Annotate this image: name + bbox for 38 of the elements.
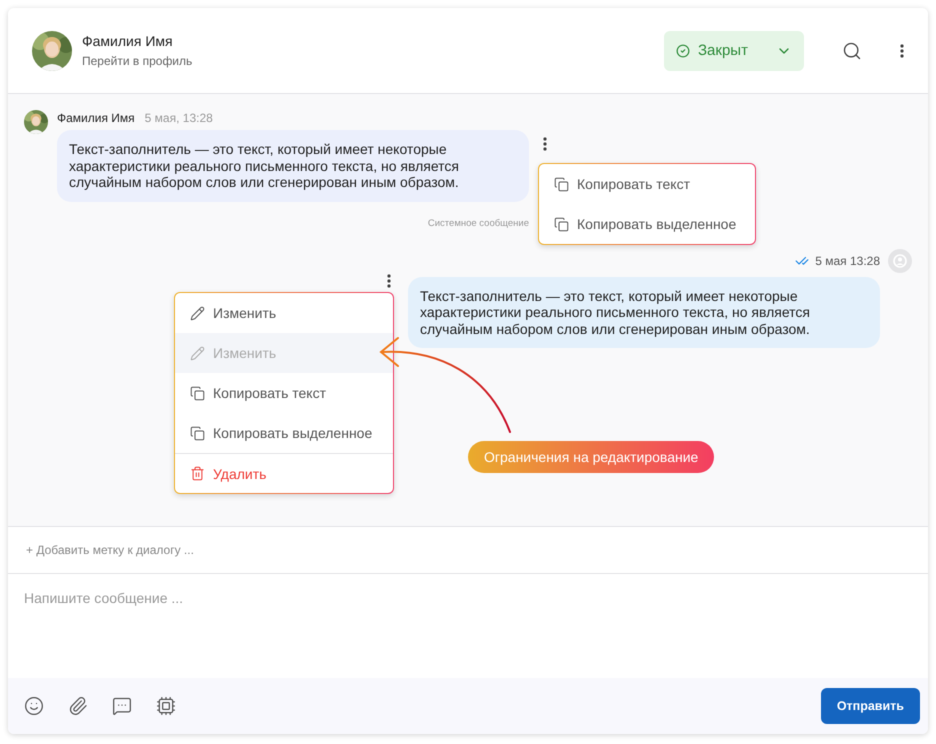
- copy-icon: [190, 426, 205, 440]
- check-circle-icon: [676, 44, 690, 58]
- more-button[interactable]: [900, 44, 904, 58]
- emoji-button[interactable]: [24, 696, 44, 716]
- more-icon: [543, 137, 547, 151]
- more-button[interactable]: [543, 137, 547, 151]
- message-time: 5 мая 13:28: [815, 254, 880, 268]
- system-note: Системное сообщение: [428, 218, 529, 228]
- trash-icon: [190, 466, 205, 481]
- copy-icon: [190, 386, 205, 400]
- more-button[interactable]: [387, 274, 391, 288]
- menu-item[interactable]: Копировать выделенное: [175, 413, 393, 453]
- menu-item[interactable]: Копировать текст: [539, 164, 755, 204]
- message-bubble: Текст-заполнитель — это текст, который имеет некоторые характеристики реального письменного текста, но является случайным набором слов или сгенерирован иным образом.: [408, 276, 880, 348]
- message-bubble: Текст-заполнитель — это текст, который имеет некоторые характеристики реального письменного текста, но является случайным набором слов или сгенерирован иным образом.: [57, 130, 529, 202]
- menu-item[interactable]: Копировать текст: [175, 373, 393, 413]
- search-button[interactable]: [842, 40, 862, 60]
- profile-link[interactable]: Перейти в профиль: [82, 54, 654, 68]
- more-icon: [387, 274, 391, 288]
- copy-icon: [554, 216, 569, 232]
- send-button[interactable]: Отправить: [820, 688, 920, 724]
- menu-item[interactable]: Удалить: [175, 453, 393, 493]
- message-input[interactable]: Напишите сообщение ...: [8, 574, 928, 678]
- chat-bubble-button[interactable]: [112, 696, 132, 716]
- attach-button[interactable]: [68, 696, 88, 716]
- status-dropdown[interactable]: Закрыт: [664, 30, 804, 70]
- user-avatar-icon: [888, 248, 912, 272]
- message-time: 5 мая, 13:28: [144, 111, 213, 125]
- message-author: Фамилия Имя: [57, 111, 135, 125]
- contact-name: Фамилия Имя: [82, 33, 174, 49]
- chip-button[interactable]: [156, 696, 176, 716]
- menu-item[interactable]: Изменить: [175, 293, 393, 333]
- pencil-icon: [190, 306, 205, 320]
- copy-icon: [554, 176, 569, 192]
- menu-item[interactable]: Копировать выделенное: [539, 204, 755, 244]
- more-icon: [900, 44, 904, 58]
- pencil-icon: [190, 346, 205, 360]
- annotation-label: Ограничения на редактирование: [468, 441, 714, 473]
